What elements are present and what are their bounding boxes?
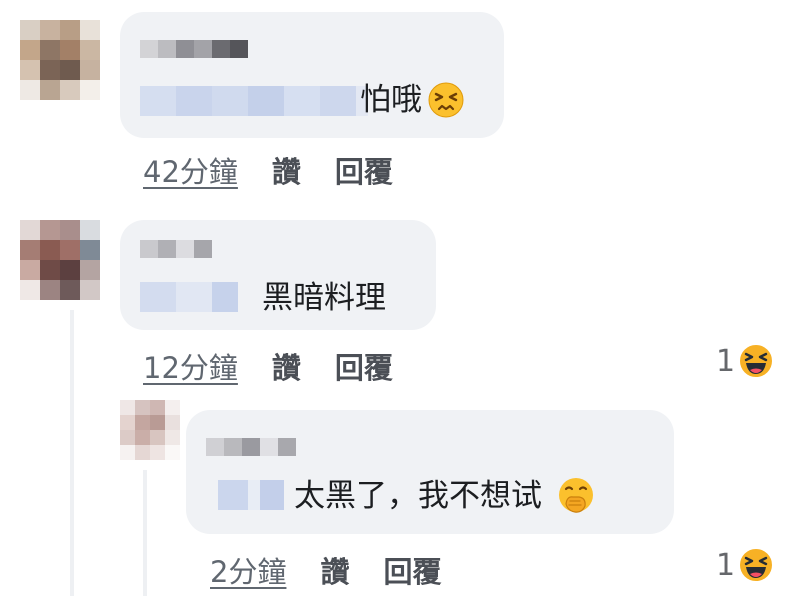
avatar[interactable] <box>120 400 180 460</box>
comment-timestamp[interactable]: 42分鐘 <box>143 155 238 189</box>
like-button[interactable]: 讚 <box>272 351 301 385</box>
face-with-hand-over-mouth-emoji <box>559 478 593 513</box>
thread-line <box>70 310 74 596</box>
commenter-name[interactable] <box>140 240 212 258</box>
comment-timestamp[interactable]: 12分鐘 <box>143 351 238 385</box>
reaction-summary[interactable]: 1 <box>716 342 775 380</box>
comment-bubble: 太黑了，我不想试 <box>186 410 674 534</box>
comment-meta: 42分鐘讚回覆 <box>143 149 393 191</box>
comment-text: 怕哦 <box>360 80 464 120</box>
reaction-count: 1 <box>716 343 736 379</box>
commenter-name[interactable] <box>140 40 248 58</box>
reply-button[interactable]: 回覆 <box>335 351 393 385</box>
like-button[interactable]: 讚 <box>272 155 301 189</box>
comment-bubble: 黑暗料理 <box>120 220 436 330</box>
mention-tag[interactable] <box>140 282 238 312</box>
comment-meta: 12分鐘讚回覆 <box>143 345 393 387</box>
comment-meta: 2分鐘讚回覆 <box>210 549 441 591</box>
reply-button[interactable]: 回覆 <box>335 155 393 189</box>
avatar[interactable] <box>20 220 100 300</box>
reaction-count: 1 <box>716 547 736 583</box>
commenter-name[interactable] <box>206 438 296 456</box>
comment-text: 黑暗料理 <box>262 280 386 316</box>
reaction-summary[interactable]: 1 <box>716 546 775 584</box>
haha-reaction-icon <box>738 547 775 583</box>
thread-line <box>143 470 147 596</box>
persevering-face-emoji <box>428 82 464 118</box>
mention-tag[interactable] <box>218 480 284 510</box>
comment-timestamp[interactable]: 2分鐘 <box>210 555 286 589</box>
comment-bubble: 怕哦 <box>120 12 504 138</box>
like-button[interactable]: 讚 <box>320 555 349 589</box>
comment-text: 太黑了，我不想试 <box>294 476 596 516</box>
mention-tag[interactable] <box>140 86 368 116</box>
haha-reaction-icon <box>738 343 775 379</box>
avatar[interactable] <box>20 20 100 100</box>
reply-button[interactable]: 回覆 <box>383 555 441 589</box>
